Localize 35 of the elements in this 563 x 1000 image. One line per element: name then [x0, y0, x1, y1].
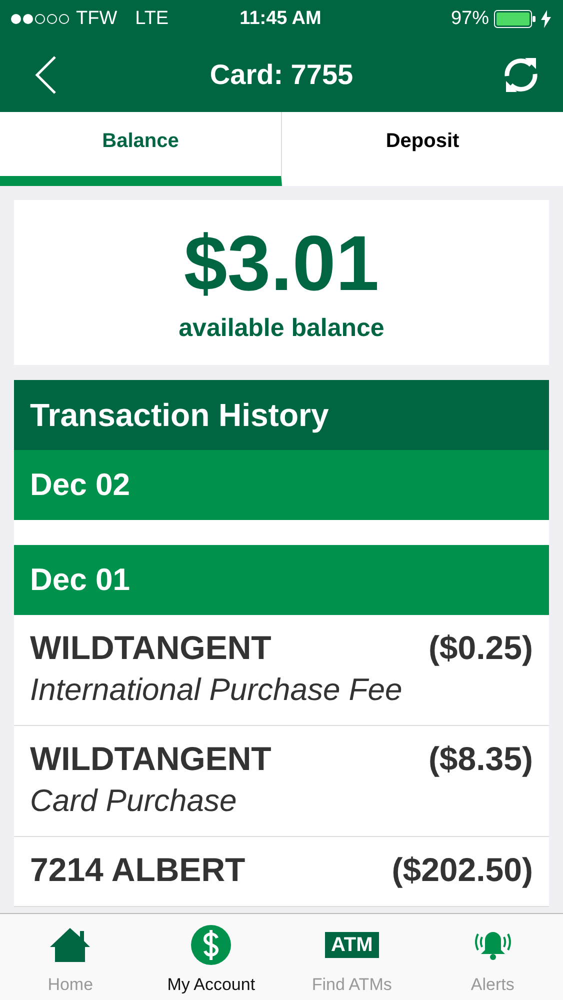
transaction-description: International Purchase Fee	[30, 670, 404, 708]
tab[interactable]: Balance	[0, 112, 282, 186]
transaction-amount: ($0.25)	[428, 629, 533, 667]
tab-label: Find ATMs	[312, 975, 392, 995]
date-header: Dec 02	[14, 450, 549, 520]
merchant-name: WILDTANGENT	[30, 629, 272, 667]
carrier: TFW	[76, 8, 118, 30]
tab-bar-item[interactable]: ATM Find ATMs	[282, 914, 422, 1000]
refresh-button[interactable]	[503, 56, 539, 94]
clock: 11:45 AM	[240, 8, 322, 30]
home-icon	[50, 928, 90, 962]
tab-bar-item[interactable]: My Account	[140, 914, 282, 1000]
transaction-row[interactable]: 7214 ALBERT ($202.50)	[14, 837, 549, 908]
card-title: Card: 7755	[210, 59, 354, 91]
transaction-amount: ($8.35)	[428, 740, 533, 778]
tab-label: Home	[48, 975, 94, 995]
dollar-icon	[191, 925, 232, 965]
balance-caption: available balance	[178, 314, 384, 343]
charging-icon	[541, 10, 552, 28]
transaction-description: Card Purchase	[30, 782, 238, 820]
date-header: Dec 01	[14, 545, 549, 615]
battery-percent: 97%	[450, 8, 490, 30]
transaction-row[interactable]: WILDTANGENT ($8.35) Card Purchase	[14, 726, 549, 838]
signal-icon	[10, 13, 70, 25]
balance-amount: $3.01	[184, 224, 380, 302]
transaction-amount: ($202.50)	[392, 851, 533, 890]
atm-icon: ATM	[324, 932, 379, 958]
merchant-name: WILDTANGENT	[30, 740, 272, 778]
tab-label: My Account	[167, 975, 256, 995]
section-header: Transaction History	[14, 380, 549, 450]
transaction-row[interactable]: WILDTANGENT ($0.25) International Purchase Fee	[14, 615, 549, 726]
tab-label: Alerts	[470, 975, 514, 995]
network-type: LTE	[135, 8, 169, 30]
battery-icon	[494, 10, 536, 28]
merchant-name: 7214 ALBERT	[30, 851, 246, 890]
